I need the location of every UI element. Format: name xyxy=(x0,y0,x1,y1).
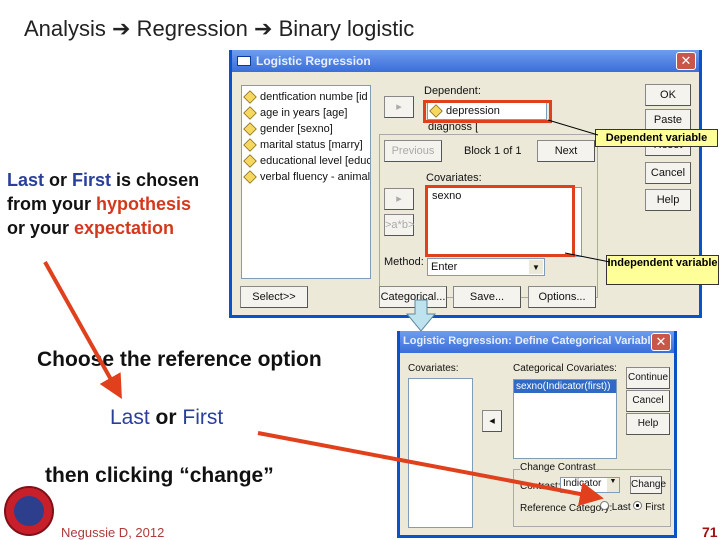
annotation-overlay xyxy=(43,119,611,506)
independent-callout-pointer xyxy=(564,252,611,263)
red-arrow-icon xyxy=(43,261,122,399)
red-arrow-icon xyxy=(257,431,604,506)
down-arrow-icon xyxy=(405,299,437,332)
dependent-callout-pointer xyxy=(547,119,599,136)
